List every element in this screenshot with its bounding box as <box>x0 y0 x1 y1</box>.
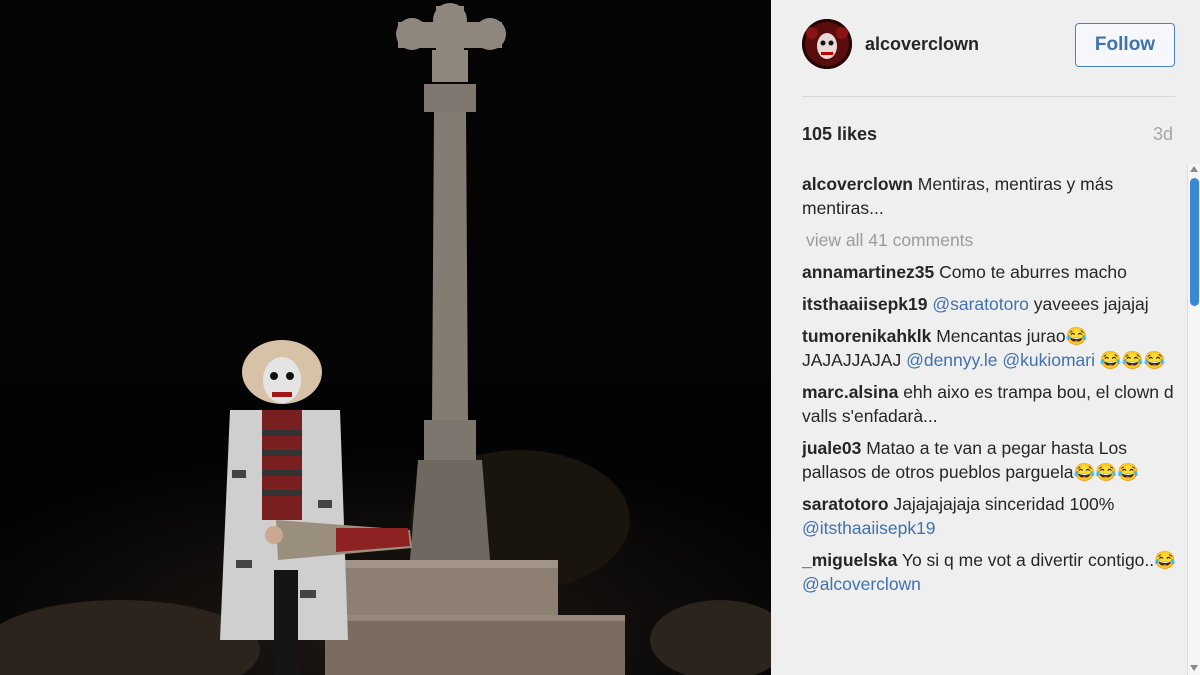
comment-mention[interactable]: @itsthaaiisepk19 <box>802 518 936 538</box>
comments-list: alcoverclown Mentiras, mentiras y más me… <box>802 172 1177 675</box>
scroll-up-arrow-icon[interactable] <box>1190 166 1198 172</box>
comment-item: annamartinez35 Como te aburres macho <box>802 260 1177 284</box>
comment-username[interactable]: _miguelska <box>802 550 897 570</box>
comment-text: 😂😂😂 <box>1099 350 1166 370</box>
comment-item: juale03 Matao a te van a pegar hasta Los… <box>802 436 1177 484</box>
header-divider <box>802 96 1175 97</box>
caption: alcoverclown Mentiras, mentiras y más me… <box>802 172 1177 220</box>
comment-item: _miguelska Yo si q me vot a divertir con… <box>802 548 1177 596</box>
view-all-comments-link[interactable]: view all 41 comments <box>806 228 1177 252</box>
comment-mention[interactable]: @kukiomari <box>1002 350 1095 370</box>
scroll-down-arrow-icon[interactable] <box>1190 665 1198 671</box>
clown-avatar-icon <box>802 19 852 69</box>
post-photo-image <box>0 0 771 675</box>
post-photo[interactable] <box>0 0 771 675</box>
comment-username[interactable]: juale03 <box>802 438 861 458</box>
post-time[interactable]: 3d <box>1153 124 1173 145</box>
comment-text: yaveees jajajaj <box>1033 294 1149 314</box>
comment-item: saratotoro Jajajajajaja sinceridad 100% … <box>802 492 1177 540</box>
comment-username[interactable]: itsthaaiisepk19 <box>802 294 927 314</box>
comment-mention[interactable]: @dennyy.le <box>906 350 997 370</box>
comment-username[interactable]: tumorenikahklk <box>802 326 931 346</box>
post-header: alcoverclown Follow <box>771 0 1175 96</box>
comment-item: itsthaaiisepk19 @saratotoro yaveees jaja… <box>802 292 1177 316</box>
instagram-post-view: alcoverclown Follow 105 likes 3d alcover… <box>0 0 1200 675</box>
comment-mention[interactable]: @saratotoro <box>932 294 1029 314</box>
comment-item: tumorenikahklk Mencantas jurao😂JAJAJJAJA… <box>802 324 1177 372</box>
comment-username[interactable]: saratotoro <box>802 494 889 514</box>
post-side-panel: alcoverclown Follow 105 likes 3d alcover… <box>771 0 1200 675</box>
user-avatar[interactable] <box>802 19 852 69</box>
comment-text: Como te aburres macho <box>939 262 1127 282</box>
comment-mention[interactable]: @alcoverclown <box>802 574 921 594</box>
scroll-thumb[interactable] <box>1190 178 1199 306</box>
comment-username[interactable]: marc.alsina <box>802 382 898 402</box>
comment-text: Yo si q me vot a divertir contigo..😂 <box>901 550 1176 570</box>
comment-text: Jajajajajaja sinceridad 100% <box>893 494 1115 514</box>
caption-username[interactable]: alcoverclown <box>802 174 913 194</box>
comment-username[interactable]: annamartinez35 <box>802 262 934 282</box>
post-username[interactable]: alcoverclown <box>865 34 979 55</box>
likes-count[interactable]: 105 likes <box>802 124 877 145</box>
follow-button[interactable]: Follow <box>1075 23 1175 67</box>
comment-item: marc.alsina ehh aixo es trampa bou, el c… <box>802 380 1177 428</box>
comments-scrollbar[interactable] <box>1187 164 1200 675</box>
